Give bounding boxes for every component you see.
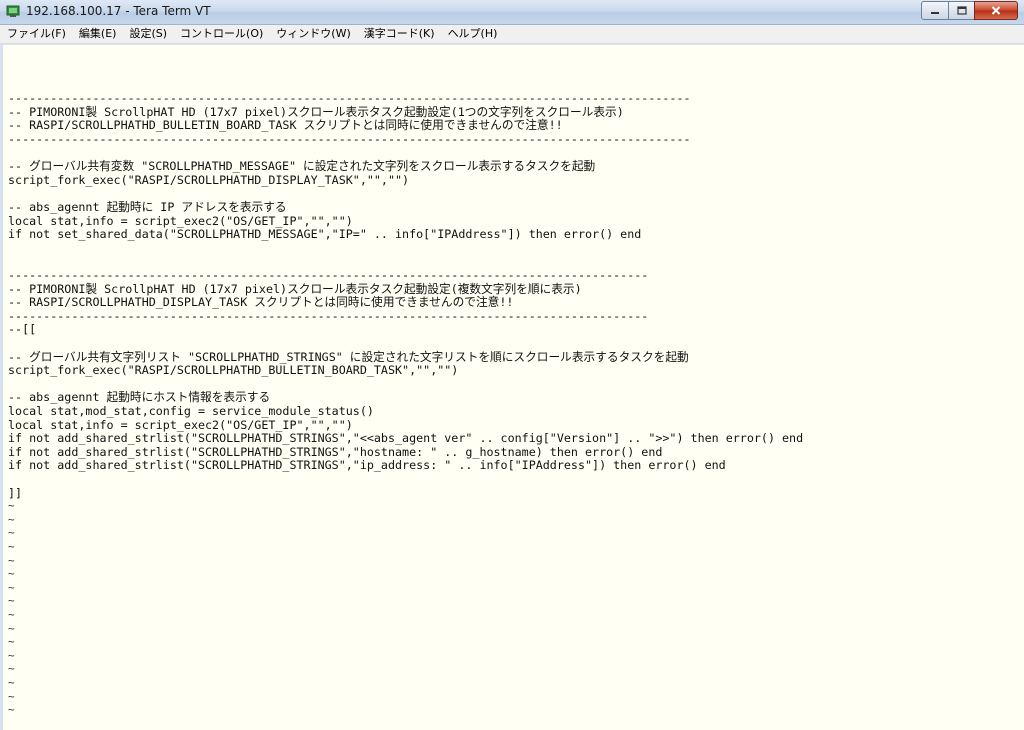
terminal-line: script_fork_exec("RASPI/SCROLLPHATHD_DIS…: [8, 172, 410, 187]
terminal-line: local stat,info = script_exec2("OS/GET_I…: [8, 417, 353, 432]
terminal-line: -- abs_agennt 起動時に IP アドレスを表示する: [8, 200, 287, 214]
empty-line-marker: ~: [8, 553, 15, 567]
terminal-line: -- RASPI/SCROLLPHATHD_BULLETIN_BOARD_TAS…: [8, 118, 563, 133]
menu-bar: ファイル(F) 編集(E) 設定(S) コントロール(O) ウィンドウ(W) 漢…: [0, 25, 1024, 44]
maximize-button[interactable]: [948, 1, 975, 20]
terminal-line: -- グローバル共有変数 "SCROLLPHATHD_MESSAGE" に設定さ…: [8, 159, 596, 174]
terminal-line: -- グローバル共有文字列リスト "SCROLLPHATHD_STRINGS" …: [8, 349, 689, 364]
empty-line-marker: ~: [8, 648, 15, 662]
tera-term-app-icon[interactable]: [6, 5, 20, 18]
terminal-line: -- abs_agennt 起動時にホスト情報を表示する: [8, 390, 271, 405]
terminal-line: if not set_shared_data("SCROLLPHATHD_MES…: [8, 227, 642, 242]
menu-window[interactable]: ウィンドウ(W): [269, 25, 356, 43]
terminal-line: ----------------------------------------…: [8, 132, 691, 146]
terminal-screen[interactable]: ----------------------------------------…: [3, 45, 1024, 730]
terminal-line: script_fork_exec("RASPI/SCROLLPHATHD_BUL…: [8, 363, 459, 378]
terminal-line: ----------------------------------------…: [8, 308, 649, 323]
window-title: 192.168.100.17 - Tera Term VT: [26, 4, 211, 18]
empty-line-marker: ~: [8, 567, 15, 581]
empty-line-marker: ~: [8, 676, 15, 689]
terminal-line: if not add_shared_strlist("SCROLLPHATHD_…: [8, 444, 663, 459]
menu-kanji-code[interactable]: 漢字コード(K): [357, 25, 441, 43]
empty-line-marker: ~: [8, 635, 15, 649]
empty-line-marker: ~: [8, 594, 15, 608]
menu-file[interactable]: ファイル(F): [0, 25, 72, 43]
empty-line-marker: ~: [8, 512, 15, 526]
minimize-icon: [931, 11, 939, 14]
window-titlebar[interactable]: 192.168.100.17 - Tera Term VT: [0, 0, 1024, 25]
terminal-line: ]]: [8, 485, 23, 500]
menu-edit[interactable]: 編集(E): [72, 25, 123, 43]
menu-control[interactable]: コントロール(O): [173, 25, 269, 43]
empty-line-marker: ~: [8, 499, 15, 513]
terminal-line: --[[: [8, 322, 37, 337]
close-icon: [991, 6, 1001, 15]
empty-line-marker: ~: [8, 662, 15, 676]
close-button[interactable]: [974, 1, 1018, 20]
empty-line-marker: ~: [8, 689, 15, 703]
terminal-line: -- RASPI/SCROLLPHATHD_DISPLAY_TASK スクリプト…: [8, 295, 514, 310]
terminal-line: -- PIMORONI製 ScrollpHAT HD (17x7 pixel)ス…: [8, 281, 582, 296]
menu-help[interactable]: ヘルプ(H): [441, 25, 504, 43]
minimize-button[interactable]: [921, 1, 949, 20]
empty-line-marker: ~: [8, 703, 15, 717]
terminal-line: if not add_shared_strlist("SCROLLPHATHD_…: [8, 431, 804, 446]
empty-line-marker: ~: [8, 608, 15, 621]
terminal-line: local stat,mod_stat,config = service_mod…: [8, 404, 374, 418]
empty-line-marker: ~: [8, 621, 15, 635]
terminal-line: ----------------------------------------…: [8, 91, 691, 106]
empty-line-marker: ~: [8, 540, 15, 553]
terminal-line: ----------------------------------------…: [8, 268, 649, 282]
empty-line-marker: ~: [8, 580, 15, 594]
maximize-icon: [956, 6, 967, 15]
terminal-line: -- PIMORONI製 ScrollpHAT HD (17x7 pixel)ス…: [8, 104, 624, 119]
terminal-line: if not add_shared_strlist("SCROLLPHATHD_…: [8, 458, 726, 473]
terminal-line: local stat,info = script_exec2("OS/GET_I…: [8, 213, 353, 228]
empty-line-marker: ~: [8, 526, 15, 540]
menu-setup[interactable]: 設定(S): [122, 25, 173, 43]
